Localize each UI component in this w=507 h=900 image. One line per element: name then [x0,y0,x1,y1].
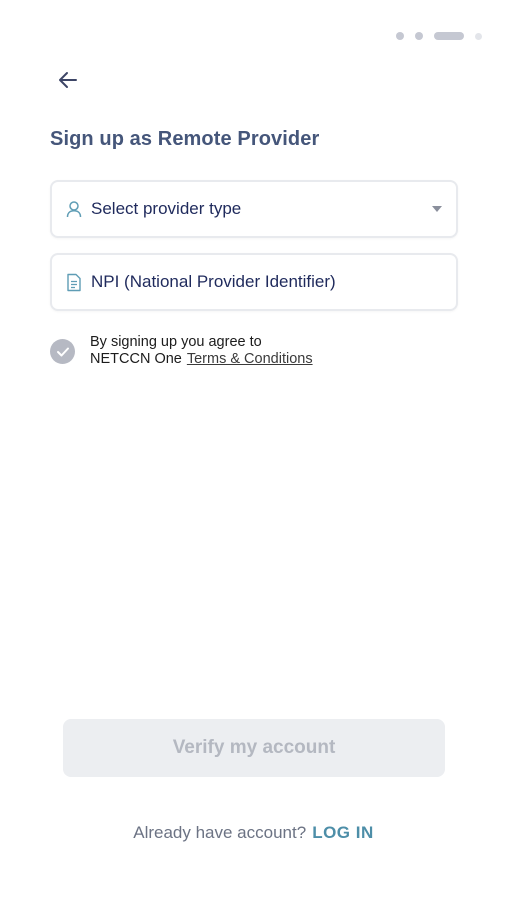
terms-agreement: By signing up you agree to NETCCN One Ter… [50,334,313,368]
chevron-down-icon [432,206,442,212]
npi-placeholder: NPI (National Provider Identifier) [91,272,336,291]
document-icon [64,272,84,292]
user-icon [64,199,84,219]
verify-account-button[interactable]: Verify my account [63,719,445,777]
login-link[interactable]: LOG IN [312,823,374,842]
agreement-line-1: By signing up you agree to [90,334,262,350]
page-title: Sign up as Remote Provider [50,128,320,150]
agreement-text: By signing up you agree to NETCCN One Ter… [90,334,313,368]
agree-checkbox[interactable] [50,339,75,364]
provider-type-label: Select provider type [91,199,242,218]
login-prompt: Already have account? LOG IN [0,823,507,843]
step-dot-2 [415,32,423,40]
agreement-line-2: NETCCN One [90,351,182,367]
step-dot-4 [475,32,482,40]
step-dot-1 [396,32,404,40]
provider-type-select[interactable]: Select provider type [50,180,458,238]
terms-link[interactable]: Terms & Conditions [187,351,313,367]
back-arrow-icon[interactable] [54,66,82,94]
step-dot-active [434,32,464,40]
check-icon [56,347,69,356]
npi-field[interactable]: NPI (National Provider Identifier) [50,253,458,311]
step-indicator [396,32,482,40]
signup-screen: Sign up as Remote Provider Select provid… [0,0,507,900]
login-prompt-text: Already have account? [133,823,307,842]
